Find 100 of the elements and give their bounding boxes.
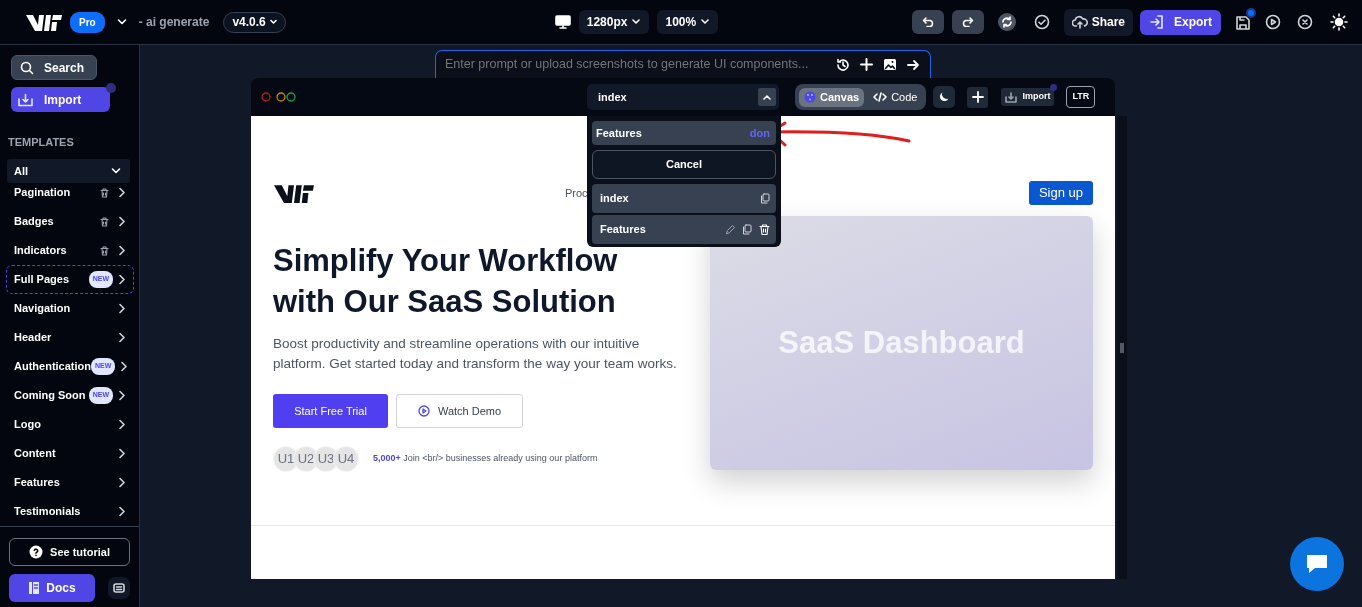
- start-trial-button[interactable]: Start Free Trial: [273, 394, 388, 428]
- cancel-button[interactable]: Cancel: [592, 150, 776, 179]
- search-button[interactable]: Search: [11, 55, 97, 80]
- undo-button[interactable]: [911, 10, 944, 34]
- cloud-upload-icon: [1071, 15, 1088, 29]
- keyboard-button[interactable]: [108, 577, 130, 599]
- chevron-down-icon: [111, 167, 121, 175]
- chevron-right-icon: [118, 303, 125, 314]
- nav-link[interactable]: Proc: [565, 184, 588, 202]
- arrow-right-icon[interactable]: [907, 58, 920, 71]
- chevron-right-icon: [118, 187, 125, 198]
- import-button[interactable]: Import: [11, 87, 110, 112]
- trash-icon[interactable]: [100, 216, 109, 227]
- monitor-icon[interactable]: [554, 15, 571, 29]
- sync-button[interactable]: [997, 13, 1016, 31]
- template-category[interactable]: Logo: [6, 410, 134, 439]
- chevron-right-icon: [118, 448, 125, 459]
- pencil-icon[interactable]: [725, 224, 736, 235]
- tutorial-button[interactable]: See tutorial: [9, 538, 130, 566]
- notification-dot: [1050, 84, 1058, 91]
- redo-button[interactable]: [951, 10, 984, 34]
- notification-dot: [106, 83, 116, 93]
- search-icon: [20, 60, 34, 75]
- chevron-right-icon: [118, 216, 125, 227]
- social-proof-text: 5,000+ Join <br/> businesses already using our platform: [373, 452, 598, 466]
- code-icon: [873, 92, 888, 102]
- plus-icon: [971, 91, 984, 103]
- chat-icon: [1305, 553, 1329, 575]
- copy-icon[interactable]: [760, 193, 770, 204]
- import-icon: [1005, 91, 1018, 103]
- page-item[interactable]: Features: [592, 215, 776, 244]
- copy-icon[interactable]: [742, 224, 752, 235]
- rename-field[interactable]: Features don: [592, 121, 776, 145]
- chat-button[interactable]: [1290, 537, 1344, 591]
- plan-dropdown[interactable]: [116, 18, 127, 26]
- section-heading: TEMPLATES: [8, 134, 75, 150]
- history-icon[interactable]: [836, 57, 850, 72]
- check-button[interactable]: [1033, 14, 1050, 30]
- page-item[interactable]: index: [592, 184, 776, 213]
- sign-in-icon: [1149, 14, 1165, 30]
- page-selector[interactable]: index: [587, 84, 779, 110]
- template-category[interactable]: Navigation: [6, 294, 134, 323]
- image-icon[interactable]: [883, 58, 897, 71]
- chevron-right-icon: [118, 245, 125, 256]
- viewport-width-dropdown[interactable]: 1280px: [578, 10, 650, 34]
- chevron-right-icon: [120, 361, 128, 372]
- close-button[interactable]: [1297, 14, 1313, 30]
- palette-icon: [804, 91, 816, 103]
- preview-button[interactable]: [1265, 14, 1281, 30]
- chevron-down-icon: [631, 18, 642, 26]
- keyboard-icon: [113, 583, 125, 593]
- plan-badge: Pro: [70, 11, 105, 33]
- play-circle-icon: [417, 405, 430, 417]
- chevron-right-icon: [118, 332, 125, 343]
- watch-demo-button[interactable]: Watch Demo: [396, 394, 523, 428]
- help-icon: [29, 545, 44, 559]
- plus-icon[interactable]: [860, 58, 873, 71]
- version-dropdown[interactable]: v4.0.6: [223, 11, 286, 33]
- signup-button[interactable]: Sign up: [1029, 181, 1093, 205]
- chevron-down-icon: [700, 18, 711, 26]
- share-button[interactable]: Share: [1063, 8, 1133, 36]
- save-button[interactable]: [1235, 13, 1251, 31]
- trash-icon[interactable]: [100, 187, 109, 198]
- resize-handle[interactable]: [1117, 116, 1127, 579]
- add-button[interactable]: [967, 86, 989, 108]
- close-circle-icon: [1297, 14, 1313, 30]
- template-category[interactable]: Header: [6, 323, 134, 352]
- zoom-dropdown[interactable]: 100%: [657, 10, 719, 34]
- redo-icon: [961, 17, 974, 27]
- chevron-right-icon: [118, 419, 125, 430]
- dark-mode-button[interactable]: [933, 86, 956, 108]
- check-circle-icon: [1033, 14, 1050, 30]
- view-mode-tab[interactable]: Canvas: [799, 87, 865, 107]
- notification-dot: [1246, 7, 1256, 18]
- chevron-up-icon: [763, 94, 771, 100]
- template-category[interactable]: Badges: [6, 207, 134, 236]
- book-icon: [28, 581, 41, 595]
- docs-button[interactable]: Docs: [9, 574, 95, 602]
- project-title: - ai generate: [138, 14, 210, 31]
- template-category[interactable]: Features: [6, 468, 134, 497]
- template-category[interactable]: Testimonials: [6, 497, 134, 526]
- direction-toggle[interactable]: LTR: [1066, 86, 1096, 108]
- prompt-field[interactable]: Enter prompt or upload screenshots to generate UI components...: [445, 55, 826, 74]
- sync-icon: [1000, 16, 1013, 28]
- collapse-button[interactable]: [758, 88, 776, 106]
- avatar: U4: [333, 446, 359, 472]
- export-button[interactable]: Export: [1140, 9, 1221, 35]
- template-category[interactable]: Content: [6, 439, 134, 468]
- play-circle-icon: [1265, 14, 1281, 30]
- chevron-down-icon: [269, 19, 277, 25]
- template-category[interactable]: Indicators: [6, 236, 134, 265]
- undo-icon: [921, 17, 934, 27]
- theme-toggle[interactable]: [1330, 13, 1348, 31]
- prompt-bar[interactable]: Enter prompt or upload screenshots to generate UI components...: [435, 50, 931, 78]
- sun-icon: [1330, 13, 1348, 31]
- chevron-right-icon: [118, 477, 125, 488]
- trash-icon[interactable]: [100, 245, 109, 256]
- hero-heading: Simplify Your Workflow with Our SaaS Solution: [273, 242, 619, 321]
- template-filter-dropdown[interactable]: All: [7, 159, 130, 183]
- view-mode-tab[interactable]: Code: [868, 87, 923, 107]
